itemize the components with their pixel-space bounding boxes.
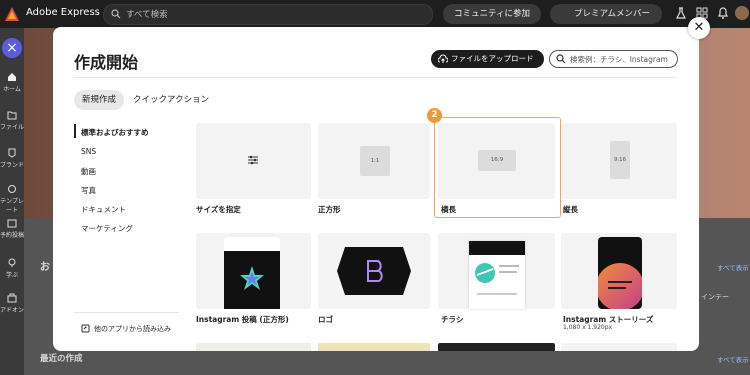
brand-name: Adobe Express: [26, 7, 100, 18]
flask-icon[interactable]: [674, 6, 688, 20]
card-instagram-stories[interactable]: [561, 233, 677, 309]
premium-label: プレミアムメンバー: [574, 9, 650, 19]
star-graphic-icon: [240, 266, 264, 290]
upload-file-button[interactable]: ファイルをアップロード: [431, 50, 544, 68]
tab-quick-actions[interactable]: クイックアクション: [133, 90, 209, 110]
search-placeholder: すべて検索: [126, 10, 168, 20]
selected-card-highlight: [434, 117, 561, 218]
modal-title: 作成開始: [74, 53, 139, 72]
partial-card: [196, 343, 311, 351]
rail-brand-label: ブランド: [0, 162, 25, 169]
rail-files-label: ファイル: [0, 124, 25, 131]
nav-document[interactable]: ドキュメント: [81, 204, 126, 215]
rail-home-label: ホーム: [3, 86, 21, 93]
template-search-input[interactable]: 検索例：チラシ、Instagram: [549, 50, 678, 68]
template-icon: [8, 185, 16, 193]
nav-recommended[interactable]: 標準およびおすすめ: [81, 127, 149, 138]
rail-schedule[interactable]: 予約投稿: [0, 218, 24, 239]
community-button[interactable]: コミュニティに参加: [443, 4, 541, 24]
folder-icon: [7, 111, 17, 120]
import-label: 他のアプリから読み込み: [94, 325, 171, 333]
global-search-input[interactable]: すべて検索: [103, 4, 433, 25]
card-portrait[interactable]: 9:16: [561, 123, 677, 199]
premium-button[interactable]: プレミアムメンバー: [550, 4, 662, 24]
recent-heading: 最近の作成: [40, 354, 83, 364]
card-logo-label: ロゴ: [318, 315, 333, 324]
see-all-link-2[interactable]: すべて表示: [717, 354, 749, 364]
divider: [74, 77, 676, 78]
step-badge: 2: [427, 108, 442, 123]
card-instagram-post-label: Instagram 投稿 (正方形): [196, 315, 289, 324]
tab-new[interactable]: 新規作成: [74, 90, 124, 110]
template-search-placeholder: 検索例：チラシ、Instagram: [570, 55, 668, 64]
nav-sns[interactable]: SNS: [81, 147, 96, 156]
search-icon: [556, 54, 566, 64]
rail-learn[interactable]: 学ぶ: [0, 258, 24, 279]
card-portrait-label: 縦長: [563, 205, 578, 214]
create-modal: 作成開始 ファイルをアップロード 検索例：チラシ、Instagram 新規作成 …: [53, 27, 699, 351]
flyer-thumbnail: [469, 241, 525, 309]
logo-thumbnail: [337, 247, 411, 295]
partial-card: [561, 343, 677, 351]
cloud-upload-icon: [438, 54, 448, 63]
ratio-portrait-box: 9:16: [610, 141, 630, 179]
search-icon: [111, 9, 121, 19]
card-instagram-post[interactable]: [196, 233, 311, 309]
nav-photo[interactable]: 写真: [81, 185, 96, 196]
see-all-link-1[interactable]: すべて表示: [717, 262, 749, 272]
rail-templates[interactable]: テンプレート: [0, 184, 24, 214]
badge-graphic-icon: [475, 263, 495, 283]
rail-templates-label: テンプレート: [0, 198, 24, 214]
left-rail: ホーム ファイル ブランド テンプレート 予約投稿 学ぶ アドオン: [0, 28, 24, 375]
card-flyer[interactable]: [438, 233, 555, 309]
card-logo[interactable]: [318, 233, 430, 309]
partial-card: [318, 343, 430, 351]
adobe-express-logo[interactable]: [4, 6, 20, 22]
divider: [74, 312, 179, 313]
close-icon: ✕: [693, 20, 705, 35]
create-button[interactable]: ×: [2, 38, 22, 58]
rail-schedule-label: 予約投稿: [0, 232, 25, 239]
bell-icon[interactable]: [716, 6, 730, 20]
nav-active-indicator: [74, 124, 76, 138]
section-heading: お: [40, 262, 50, 273]
card-square[interactable]: 1:1: [318, 123, 430, 199]
close-button[interactable]: ✕: [688, 17, 710, 39]
upload-label: ファイルをアップロード: [451, 54, 534, 63]
nav-marketing[interactable]: マーケティング: [81, 223, 133, 234]
rail-learn-label: 学ぶ: [5, 272, 18, 279]
rail-brand[interactable]: ブランド: [0, 148, 24, 169]
stories-thumbnail: [598, 237, 642, 309]
nav-video[interactable]: 動画: [81, 166, 96, 177]
ratio-square-box: 1:1: [360, 146, 390, 176]
card-custom-size[interactable]: [196, 123, 311, 199]
top-bar: Adobe Express すべて検索 コミュニティに参加 プレミアムメンバー: [0, 0, 750, 28]
partial-label: インテー: [701, 293, 729, 301]
rail-addons-label: アドオン: [0, 307, 25, 314]
import-icon: [81, 324, 90, 333]
home-icon: [8, 73, 16, 81]
calendar-icon: [7, 219, 17, 228]
rail-addons[interactable]: アドオン: [0, 293, 24, 314]
instagram-post-thumbnail: [224, 237, 280, 309]
sliders-icon: [248, 155, 258, 165]
avatar[interactable]: [735, 6, 749, 20]
addon-icon: [7, 293, 17, 303]
card-flyer-label: チラシ: [441, 315, 464, 324]
card-instagram-stories-size: 1,080 x 1,920px: [563, 324, 613, 331]
card-custom-size-label: サイズを指定: [196, 205, 241, 214]
rail-home[interactable]: ホーム: [0, 72, 24, 93]
card-square-label: 正方形: [318, 205, 341, 214]
learn-icon: [8, 258, 16, 267]
brand-icon: [8, 148, 16, 158]
gradient-shape-icon: [598, 263, 642, 309]
rail-files[interactable]: ファイル: [0, 110, 24, 131]
partial-card: [438, 343, 555, 351]
